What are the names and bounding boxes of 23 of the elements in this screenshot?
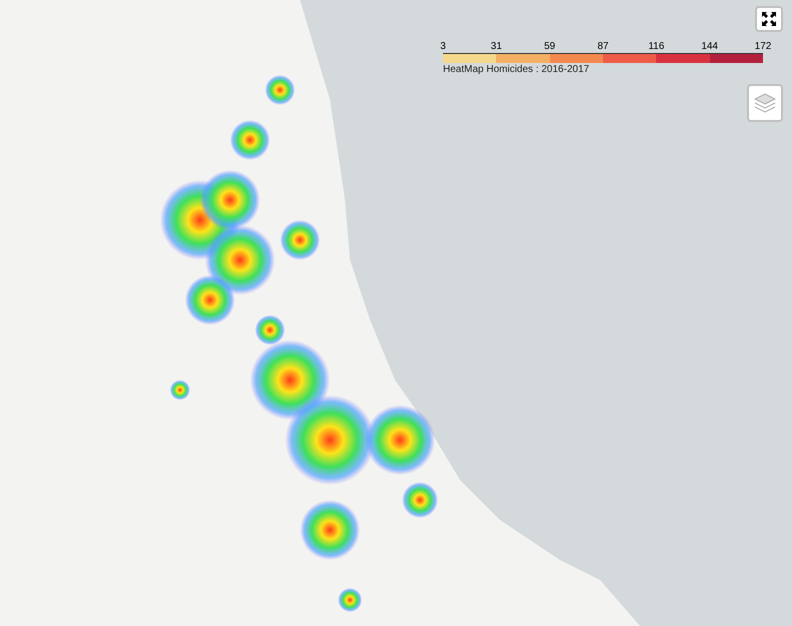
fullscreen-icon [762,12,776,26]
heatmap-spot [265,75,295,105]
heatmap-spot [170,380,190,400]
heatmap-spot [300,500,360,560]
legend-tick-label: 87 [597,41,609,53]
legend-tick-label: 144 [701,41,718,53]
fullscreen-button[interactable] [755,6,783,32]
heatmap-spot [230,120,270,160]
heatmap-spot [402,482,438,518]
heatmap-spot [280,220,320,260]
heatmap-spot [185,275,235,325]
legend-caption: HeatMap Homicides : 2016-2017 [443,64,590,75]
heatmap-spot [365,405,435,475]
legend-tick-label: 116 [648,41,664,53]
legend-tick-label: 59 [544,41,556,53]
legend-tick-label: 172 [754,41,772,53]
heatmap-spot [205,225,275,295]
layers-icon [754,92,776,114]
legend-tick-label: 31 [490,41,502,53]
heatmap-spot [338,588,362,612]
map-view[interactable]: 3 31 59 87 116 144 172 HeatMap Homicides : 2016-2017 [0,0,792,626]
heatmap-spot [200,170,260,230]
legend-tick-label: 3 [440,41,446,53]
